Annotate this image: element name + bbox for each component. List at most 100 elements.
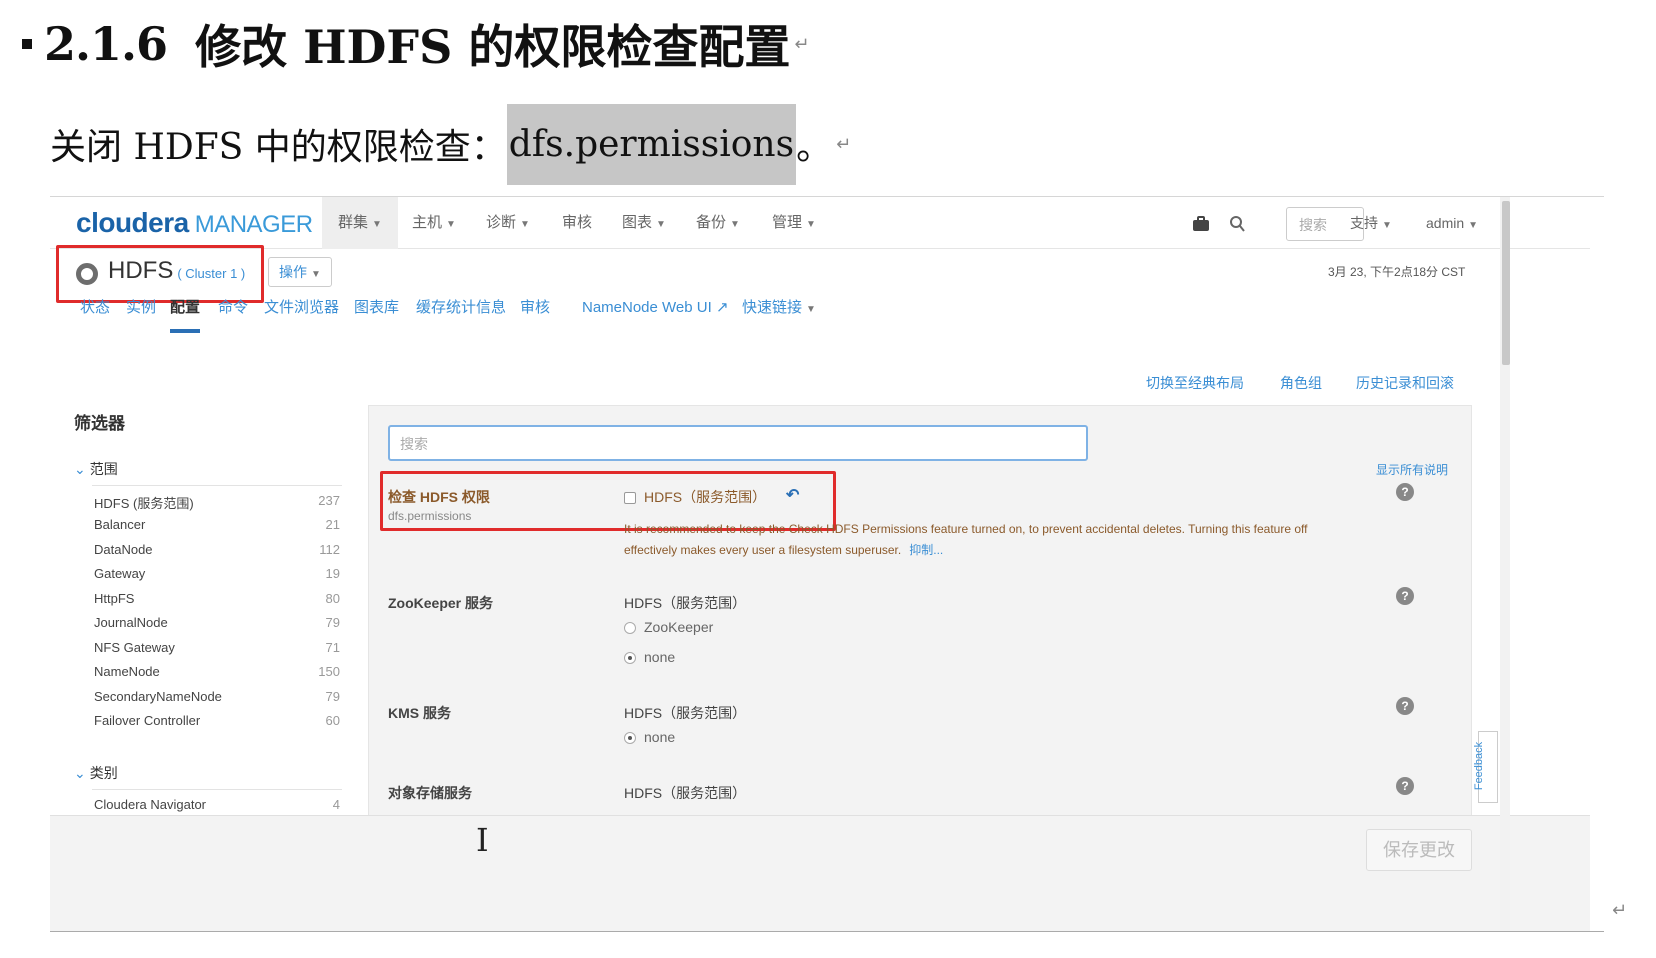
nav-diagnostics[interactable]: 诊断 ▼ xyxy=(470,197,546,249)
paragraph-text: 关闭 HDFS 中的权限检查： xyxy=(50,127,507,168)
highlighted-term: dfs.permissions xyxy=(506,103,797,185)
nav-backup[interactable]: 备份 ▼ xyxy=(680,197,756,249)
config-scope: HDFS（服务范围） xyxy=(624,705,747,721)
classic-layout-link[interactable]: 切换至经典布局 xyxy=(1146,373,1244,393)
paragraph-mark-icon: ↵ xyxy=(1612,900,1628,921)
paragraph-mark-icon: ↵ xyxy=(836,133,852,155)
nav-administration[interactable]: 管理 ▼ xyxy=(756,197,832,249)
scope-item[interactable]: SecondaryNameNode 79 xyxy=(94,689,344,709)
tab-chart-library[interactable]: 图表库 xyxy=(354,293,399,333)
section-heading: 2.1.6 修改 HDFS 的权限检查配置 ↵ xyxy=(22,14,809,74)
feedback-tab[interactable]: Feedback xyxy=(1473,731,1498,803)
config-warning: It is recommended to keep the Check HDFS… xyxy=(624,522,1308,557)
footer-bar xyxy=(50,815,1590,931)
logo-brand: cloudera xyxy=(76,207,189,238)
tab-namenode-web-ui[interactable]: NameNode Web UI ↗ xyxy=(582,293,729,333)
help-icon[interactable]: ? xyxy=(1396,777,1414,795)
config-label: KMS 服务 xyxy=(388,705,451,721)
config-panel xyxy=(368,405,1472,825)
radio-option-zookeeper[interactable]: ZooKeeper xyxy=(624,619,713,635)
category-item[interactable]: Cloudera Navigator 4 xyxy=(94,797,344,817)
tab-configuration[interactable]: 配置 xyxy=(170,293,201,333)
help-icon[interactable]: ? xyxy=(1396,483,1414,501)
tab-audits[interactable]: 审核 xyxy=(520,293,550,333)
undo-icon[interactable]: ↶ xyxy=(786,485,799,505)
history-rollback-link[interactable]: 历史记录和回滚 xyxy=(1356,373,1454,393)
cloudera-logo[interactable]: cloudera MANAGER xyxy=(76,207,313,239)
actions-dropdown[interactable]: 操作 ▼ xyxy=(268,257,332,287)
cluster-link[interactable]: ( Cluster 1 ) xyxy=(177,266,245,281)
external-link-icon: ↗ xyxy=(715,299,729,316)
permissions-checkbox[interactable] xyxy=(624,492,636,505)
service-status-icon xyxy=(76,263,98,285)
user-menu[interactable]: admin ▼ xyxy=(1426,197,1478,249)
config-scope: HDFS（服务范围） xyxy=(624,785,747,801)
config-label: 检查 HDFS 权限 xyxy=(388,489,490,505)
caret-down-icon: ▼ xyxy=(806,219,816,230)
caret-down-icon: ▼ xyxy=(1468,220,1479,231)
paragraph-mark-icon: ↵ xyxy=(794,33,810,55)
permissions-checkbox-row[interactable]: HDFS（服务范围） xyxy=(624,487,766,507)
caret-down-icon: ▼ xyxy=(1382,220,1392,231)
config-label: ZooKeeper 服务 xyxy=(388,595,494,611)
divider xyxy=(92,789,342,790)
scope-item[interactable]: Failover Controller 60 xyxy=(94,713,344,733)
body-paragraph: 关闭 HDFS 中的权限检查： dfs.permissions 。 ↵ xyxy=(50,102,851,186)
briefcase-icon[interactable] xyxy=(1192,197,1210,249)
save-changes-button[interactable]: 保存更改 xyxy=(1366,829,1472,871)
user-search-icon[interactable] xyxy=(1228,197,1246,249)
help-icon[interactable]: ? xyxy=(1396,587,1414,605)
radio-button[interactable] xyxy=(624,732,636,745)
show-all-descriptions-link[interactable]: 显示所有说明 xyxy=(1376,461,1448,478)
category-filter-toggle[interactable]: ⌄ 类别 xyxy=(74,763,118,783)
scope-filter-toggle[interactable]: ⌄ 范围 xyxy=(74,459,118,479)
nav-audits[interactable]: 审核 xyxy=(546,197,608,249)
top-navbar: cloudera MANAGER 群集 ▼ 主机 ▼ 诊断 ▼ 审核 图表 ▼ 备份 ▼ 管… xyxy=(50,197,1590,249)
heading-number: 2.1.6 xyxy=(44,17,168,71)
radio-option-none[interactable]: none xyxy=(624,729,675,745)
config-key: dfs.permissions xyxy=(388,509,472,523)
nav-hosts[interactable]: 主机 ▼ xyxy=(396,197,472,249)
logo-product: MANAGER xyxy=(194,211,313,238)
scope-item[interactable]: Gateway 19 xyxy=(94,566,344,586)
radio-button[interactable] xyxy=(624,652,636,665)
caret-down-icon: ▼ xyxy=(446,219,456,230)
scope-item[interactable]: DataNode 112 xyxy=(94,542,344,562)
suppress-link[interactable]: 抑制... xyxy=(909,543,943,557)
caret-down-icon: ▼ xyxy=(730,219,740,230)
support-menu[interactable]: 支持 ▼ xyxy=(1350,197,1392,249)
config-search-input[interactable]: 搜索 xyxy=(388,425,1088,461)
caret-down-icon: ▼ xyxy=(311,269,321,280)
paragraph-end: 。 xyxy=(796,127,833,168)
caret-down-icon: ▼ xyxy=(656,219,666,230)
scope-item[interactable]: JournalNode 79 xyxy=(94,615,344,635)
caret-down-icon: ▼ xyxy=(806,304,816,315)
help-icon[interactable]: ? xyxy=(1396,697,1414,715)
role-groups-link[interactable]: 角色组 xyxy=(1280,373,1322,393)
tab-cache-statistics[interactable]: 缓存统计信息 xyxy=(416,293,506,333)
tab-file-browser[interactable]: 文件浏览器 xyxy=(264,293,339,333)
scrollbar-thumb[interactable] xyxy=(1502,201,1510,365)
chevron-down-icon: ⌄ xyxy=(74,461,86,477)
service-title: HDFS( Cluster 1 ) xyxy=(108,257,246,284)
tab-status[interactable]: 状态 xyxy=(80,293,110,333)
heading-title: 修改 HDFS 的权限检查配置 xyxy=(195,20,791,74)
nav-charts[interactable]: 图表 ▼ xyxy=(606,197,682,249)
nav-clusters[interactable]: 群集 ▼ xyxy=(322,197,398,249)
caret-down-icon: ▼ xyxy=(372,219,382,230)
caret-down-icon: ▼ xyxy=(520,219,530,230)
chevron-down-icon: ⌄ xyxy=(74,765,86,781)
tab-quick-links[interactable]: 快速链接 ▼ xyxy=(742,293,816,333)
scope-item[interactable]: NFS Gateway 71 xyxy=(94,640,344,660)
timestamp: 3月 23, 下午2点18分 CST xyxy=(1328,265,1466,279)
scope-item[interactable]: NameNode 150 xyxy=(94,664,344,684)
scope-item[interactable]: Balancer 21 xyxy=(94,517,344,537)
radio-button[interactable] xyxy=(624,622,636,635)
scope-item[interactable]: HDFS (服务范围) 237 xyxy=(94,493,344,513)
cloudera-manager-screenshot: cloudera MANAGER 群集 ▼ 主机 ▼ 诊断 ▼ 审核 图表 ▼ 备份 ▼ 管… xyxy=(50,196,1604,932)
tab-commands[interactable]: 命令 xyxy=(218,293,248,333)
tab-instances[interactable]: 实例 xyxy=(126,293,156,333)
radio-option-none[interactable]: none xyxy=(624,649,675,665)
config-scope: HDFS（服务范围） xyxy=(624,595,747,611)
scope-item[interactable]: HttpFS 80 xyxy=(94,591,344,611)
